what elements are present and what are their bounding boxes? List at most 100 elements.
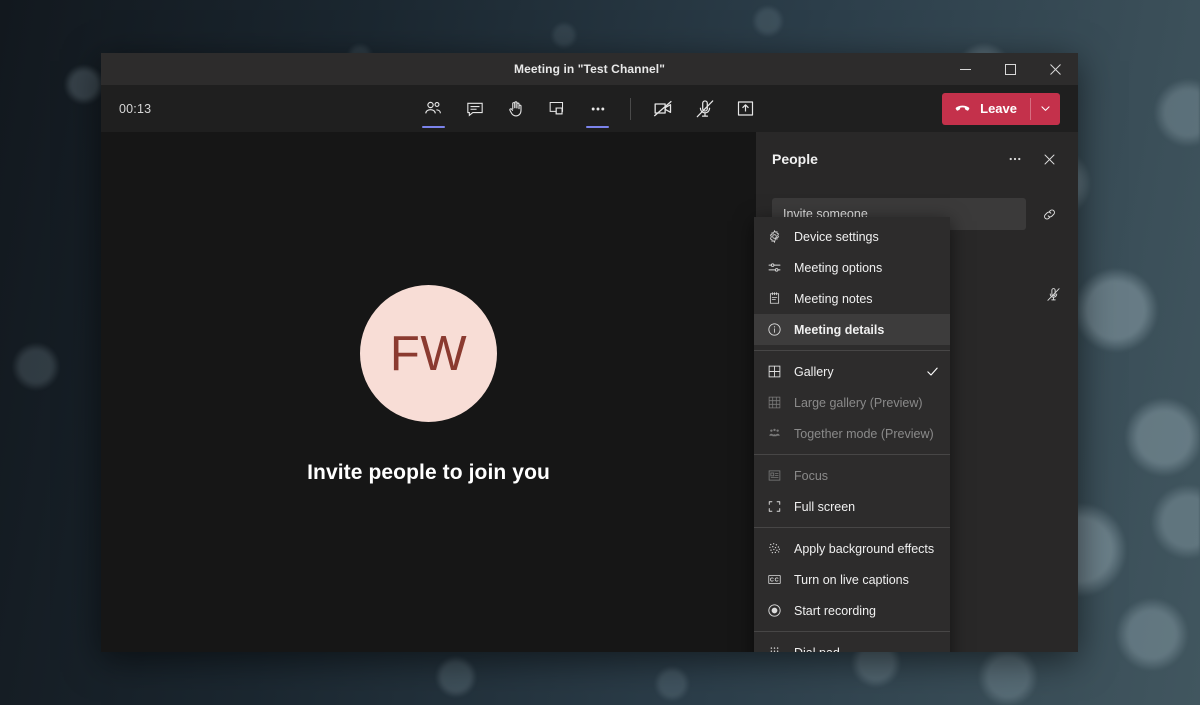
menu-item-label: Focus [794,469,940,483]
meeting-timer: 00:13 [119,102,151,116]
invite-people-text: Invite people to join you [307,461,550,485]
meeting-body: FW Invite people to join you People [101,132,1078,652]
toolbar-center-group [101,85,1078,132]
people-icon [423,98,444,119]
checkmark-icon [925,364,940,379]
hangup-icon [953,99,972,118]
menu-item-dial-pad[interactable]: Dial pad [754,637,950,652]
camera-off-icon [652,97,675,120]
menu-divider [754,454,950,455]
menu-item-together-mode: Together mode (Preview) [754,418,950,449]
menu-item-label: Meeting notes [794,292,940,306]
menu-item-full-screen[interactable]: Full screen [754,491,950,522]
menu-item-label: Gallery [794,365,913,379]
notes-icon [766,291,782,307]
menu-item-large-gallery: Large gallery (Preview) [754,387,950,418]
leave-label: Leave [980,101,1017,116]
menu-item-label: Device settings [794,230,940,244]
people-panel-actions [1002,146,1062,172]
chat-icon [465,99,485,119]
window-controls [943,53,1078,85]
menu-item-label: Meeting details [794,323,940,337]
menu-item-device-settings[interactable]: Device settings [754,221,950,252]
window-title: Meeting in "Test Channel" [101,62,1078,76]
leave-button-group: Leave [942,93,1060,125]
ellipsis-icon [588,99,608,119]
show-conversation-button[interactable] [454,90,495,128]
chevron-down-icon [1039,102,1052,115]
share-content-button[interactable] [725,90,766,128]
menu-item-live-captions[interactable]: Turn on live captions [754,564,950,595]
closed-captions-icon [766,572,782,588]
mic-off-icon [694,98,716,120]
large-gallery-icon [766,395,782,411]
info-icon [766,322,782,338]
menu-divider [754,631,950,632]
gear-icon [766,229,782,245]
menu-item-meeting-details[interactable]: Meeting details [754,314,950,345]
menu-divider [754,350,950,351]
menu-item-meeting-notes[interactable]: Meeting notes [754,283,950,314]
meeting-toolbar: 00:13 [101,85,1078,132]
toolbar-divider [630,98,631,120]
people-panel-close-button[interactable] [1036,146,1062,172]
show-participants-button[interactable] [413,90,454,128]
people-panel-more-button[interactable] [1002,146,1028,172]
copy-join-link-button[interactable] [1036,201,1062,227]
menu-item-gallery[interactable]: Gallery [754,356,950,387]
close-button[interactable] [1033,53,1078,85]
close-icon [1042,152,1057,167]
menu-item-label: Dial pad [794,646,940,653]
menu-item-meeting-options[interactable]: Meeting options [754,252,950,283]
more-actions-button[interactable] [577,90,618,128]
menu-item-label: Apply background effects [794,542,940,556]
more-actions-menu: Device settings Meeting options [754,217,950,652]
raise-hand-icon [506,99,526,119]
leave-options-button[interactable] [1031,93,1060,125]
background-effects-icon [766,541,782,557]
leave-button[interactable]: Leave [942,93,1030,125]
ellipsis-icon [1007,151,1023,167]
share-screen-icon [735,98,756,119]
menu-item-focus: Focus [754,460,950,491]
teams-meeting-window: Meeting in "Test Channel" 00:13 [101,53,1078,652]
people-panel-header: People [772,132,1062,186]
maximize-icon [1005,64,1016,75]
people-panel-title: People [772,151,818,167]
maximize-button[interactable] [988,53,1033,85]
participant-mic-status [1045,286,1062,303]
active-underline [586,126,609,128]
link-icon [1041,206,1058,223]
record-icon [766,603,782,619]
window-titlebar: Meeting in "Test Channel" [101,53,1078,85]
minimize-button[interactable] [943,53,988,85]
active-underline [422,126,445,128]
minimize-icon [960,64,971,75]
avatar: FW [360,285,497,422]
close-icon [1050,64,1061,75]
menu-item-label: Start recording [794,604,940,618]
breakout-rooms-button[interactable] [536,90,577,128]
menu-item-label: Meeting options [794,261,940,275]
raise-hand-button[interactable] [495,90,536,128]
mic-off-icon [1045,286,1062,303]
menu-item-label: Large gallery (Preview) [794,396,940,410]
focus-icon [766,468,782,484]
menu-item-label: Full screen [794,500,940,514]
gallery-icon [766,364,782,380]
avatar-initials: FW [390,326,467,382]
menu-item-background-effects[interactable]: Apply background effects [754,533,950,564]
together-mode-icon [766,426,782,442]
menu-item-start-recording[interactable]: Start recording [754,595,950,626]
stage-content: FW Invite people to join you [307,285,550,485]
menu-divider [754,527,950,528]
menu-item-label: Turn on live captions [794,573,940,587]
mic-toggle-button[interactable] [684,90,725,128]
sliders-icon [766,260,782,276]
fullscreen-icon [766,499,782,515]
menu-item-label: Together mode (Preview) [794,427,940,441]
camera-toggle-button[interactable] [643,90,684,128]
dialpad-icon [766,645,782,653]
video-stage: FW Invite people to join you [101,132,756,652]
breakout-rooms-icon [547,99,566,118]
